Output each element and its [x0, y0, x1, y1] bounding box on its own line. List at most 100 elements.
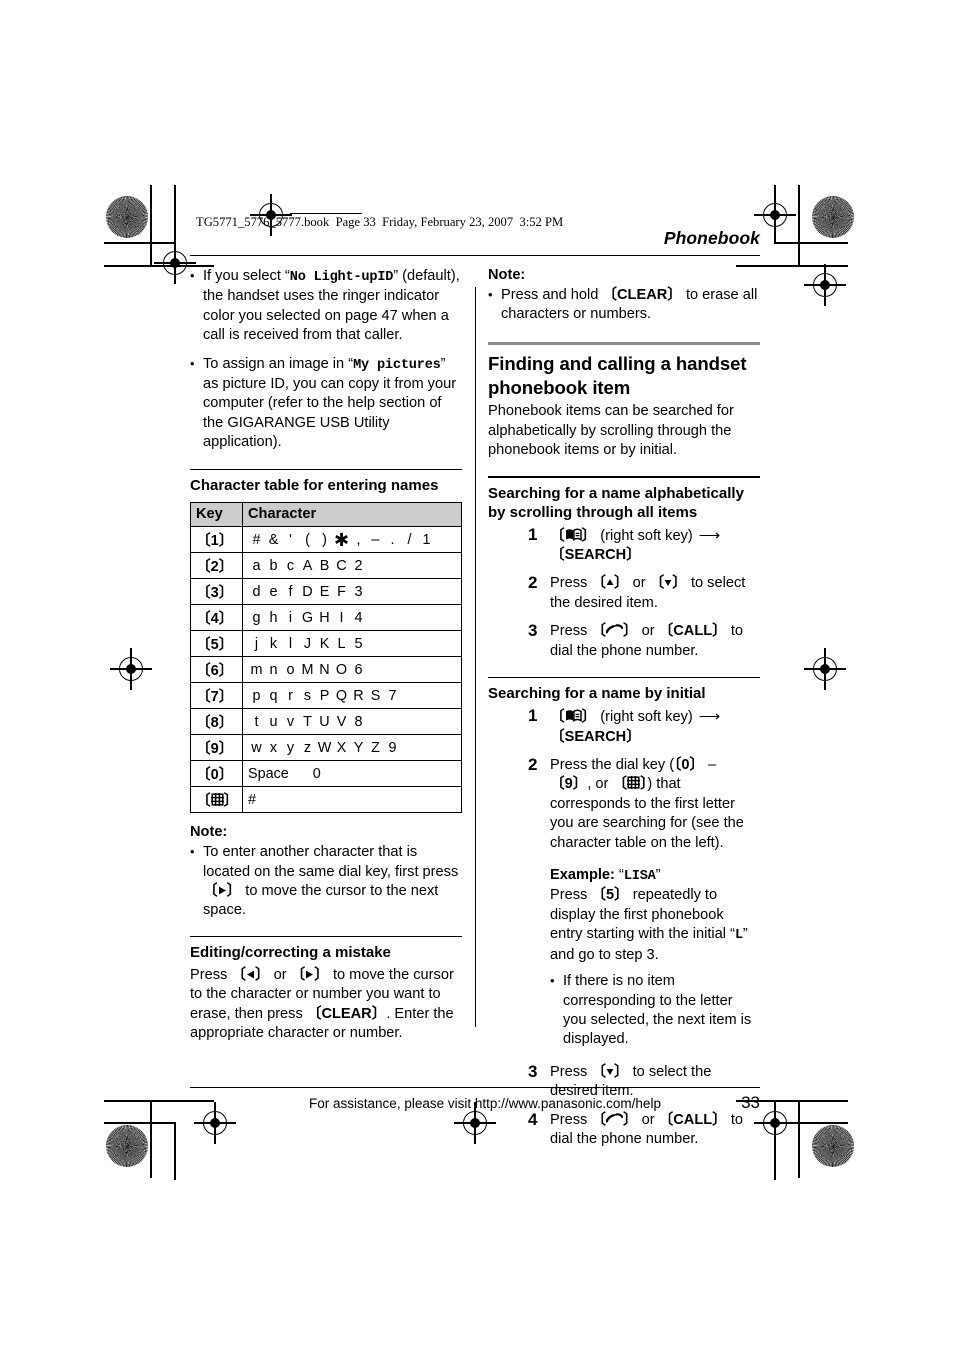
step-number: 3 — [528, 1061, 538, 1081]
table-row: 〔8〕 tuvTUV8 — [190, 708, 462, 736]
footer-page-number: 33 — [741, 1093, 760, 1112]
down-arrow-key: 〔〕 — [649, 575, 687, 592]
hash-key-icon — [210, 793, 224, 807]
key-cell: 〔8〕 — [190, 708, 243, 736]
registration-crosshair — [154, 242, 196, 284]
left-arrow-key: 〔〕 — [231, 966, 270, 983]
editing-section-body: Press 〔〕 or 〔〕 to move the cursor to the… — [190, 966, 454, 1042]
table-row: 〔7〕 pqrsPQRS7 — [190, 682, 462, 710]
registration-crosshair — [110, 648, 152, 690]
phonebook-soft-key: 〔〕 — [550, 709, 597, 726]
note-label: Note: — [190, 824, 228, 841]
hash-key-icon — [627, 776, 641, 790]
two-column-layout: If you select “No Light-upID” (default),… — [190, 255, 760, 1147]
lcd-text-no-lightupid: No Light-upID — [289, 270, 394, 285]
section-divider — [488, 677, 760, 679]
key-0-label: 〔0〕 — [674, 757, 705, 774]
talk-key: 〔〕 — [591, 1111, 638, 1128]
steps-alphabetical: 1 〔〕 (right soft key) ⟶〔SEARCH〕 2 Press … — [488, 524, 760, 661]
halftone-target — [812, 196, 854, 238]
right-column: Note: Press and hold 〔CLEAR〕 to erase al… — [488, 255, 760, 1147]
list-item: To assign an image in “My pictures” as p… — [190, 354, 462, 453]
key-cell: 〔6〕 — [190, 656, 243, 684]
hash-key: 〔〕 — [612, 776, 648, 793]
up-arrow-icon — [606, 575, 614, 586]
character-cell: abcABC2 — [242, 552, 462, 580]
list-item: 2 Press 〔〕 or 〔〕 to select the desired i… — [528, 573, 746, 611]
key-5-label: 〔5〕 — [591, 887, 629, 904]
talk-key: 〔〕 — [591, 623, 638, 640]
phonebook-soft-key: 〔〕 — [550, 527, 597, 544]
section-divider — [190, 468, 462, 470]
call-key-label: 〔CALL〕 — [658, 623, 727, 640]
crop-mark-line — [150, 185, 152, 267]
call-key-label: 〔CALL〕 — [658, 1111, 727, 1128]
footer-assistance-text: For assistance, please visit http://www.… — [309, 1096, 661, 1111]
steps-by-initial: 1 〔〕 (right soft key) ⟶〔SEARCH〕 2 Press … — [488, 706, 760, 1149]
step-number: 2 — [528, 573, 538, 593]
right-arrow-icon — [305, 967, 314, 979]
document-page: Phonebook If you select “No Light-upID” … — [190, 228, 760, 1147]
clear-key-label: 〔CLEAR〕 — [602, 287, 682, 303]
crop-mark-line — [104, 242, 176, 244]
printer-header-text: TG5771_5776_5777.book Page 33 Friday, Fe… — [196, 215, 564, 229]
character-cell: wxyzWXYZ9 — [242, 734, 462, 762]
key-cell-hash: 〔〕 — [190, 786, 243, 814]
character-table-body: 〔1〕 # & '() ✱, –./1 〔2〕 abcABC2 〔3〕 d e … — [190, 526, 462, 814]
list-item: 2 Press the dial key (〔0〕 – 〔9〕, or 〔〕) … — [528, 755, 760, 1050]
section-heading: Finding and calling a handset phonebook … — [488, 353, 747, 398]
key-cell: 〔2〕 — [190, 552, 243, 580]
column-header-character: Character — [242, 501, 462, 528]
example-line-2: Press 〔5〕 repeatedly to display the firs… — [550, 887, 748, 963]
character-cell: # & '() ✱, –./1 — [242, 526, 462, 554]
halftone-target — [812, 1125, 854, 1167]
step-number: 1 — [528, 524, 538, 544]
registration-crosshair — [754, 194, 796, 236]
step-number: 3 — [528, 621, 538, 641]
section-rule — [488, 341, 760, 346]
character-cell: defDEF3 — [242, 578, 462, 606]
arrow-icon: ⟶ — [698, 526, 721, 544]
list-item: 3 Press 〔〕 or 〔CALL〕 to dial the phone n… — [528, 621, 744, 659]
character-cell: tuvTUV8 — [242, 708, 462, 736]
table-row: 〔9〕 wxyzWXYZ9 — [190, 734, 462, 762]
list-item: 4 Press 〔〕 or 〔CALL〕 to dial the phone n… — [528, 1109, 744, 1147]
key-cell: 〔7〕 — [190, 682, 243, 710]
character-cell: mnoMNO6 — [242, 656, 462, 684]
table-row: 〔2〕 abcABC2 — [190, 552, 462, 580]
right-arrow-key: 〔〕 — [290, 966, 329, 983]
crop-mark-line — [774, 185, 776, 243]
list-item: To enter another character that is locat… — [190, 842, 462, 921]
editing-section-title: Editing/correcting a mistake — [190, 943, 391, 961]
phone-handset-icon — [605, 1112, 624, 1125]
lcd-text-my-pictures: My pictures — [353, 357, 441, 373]
character-cell: ghiGHI4 — [242, 604, 462, 632]
char-table-title: Character table for entering names — [190, 476, 439, 494]
note-bullet-list: Press and hold 〔CLEAR〕 to erase all char… — [488, 285, 760, 325]
left-column: If you select “No Light-upID” (default),… — [190, 255, 462, 1045]
search-key-label: 〔SEARCH〕 — [550, 728, 641, 745]
crop-mark-line — [798, 185, 800, 267]
table-row: 〔6〕 mnoMNO6 — [190, 656, 462, 684]
table-row: 〔5〕 jklJKL5 — [190, 630, 462, 658]
list-item: Press and hold 〔CLEAR〕 to erase all char… — [488, 285, 760, 325]
example-bullet-list: If there is no item corresponding to the… — [550, 971, 760, 1050]
character-table: Key Character 〔1〕 # & '() ✱, –./1 〔2〕 a … — [190, 501, 462, 814]
intro-bullet-list: If you select “No Light-upID” (default),… — [190, 266, 462, 453]
down-arrow-key: 〔〕 — [591, 1063, 629, 1080]
crop-mark-line — [104, 1122, 176, 1124]
note-label: Note: — [488, 267, 526, 283]
phonebook-soft-key-icon — [565, 709, 582, 723]
crop-mark-line — [798, 1100, 800, 1178]
subsection-title-alphabetical: Searching for a name alphabetically by s… — [488, 484, 744, 521]
halftone-target — [106, 196, 148, 238]
column-header-key: Key — [190, 501, 243, 528]
page-footer: For assistance, please visit http://www.… — [190, 1093, 760, 1113]
list-item: If you select “No Light-upID” (default),… — [190, 266, 462, 346]
subsection-title-by-initial: Searching for a name by initial — [488, 685, 706, 703]
footer-divider — [190, 1086, 760, 1088]
lcd-text-lisa: LISA — [623, 869, 656, 885]
key-cell: 〔5〕 — [190, 630, 243, 658]
note-bullet-list: To enter another character that is locat… — [190, 842, 462, 921]
page-title: Phonebook — [663, 228, 760, 248]
